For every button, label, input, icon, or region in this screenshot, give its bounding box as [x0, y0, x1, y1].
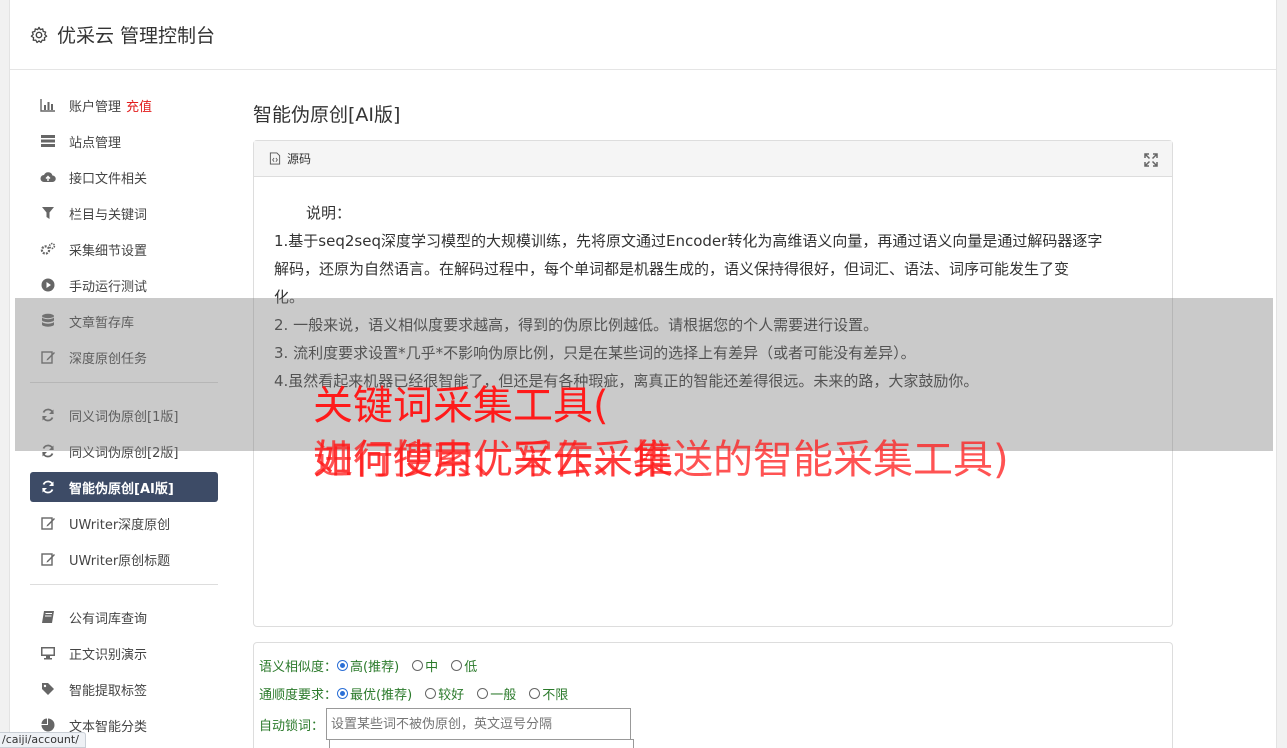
cloud-upload-icon	[40, 169, 56, 185]
radio-dot[interactable]	[412, 659, 424, 671]
instruction-line: 解码，还原为自然语言。在解码过程中，每个单词都是机器生成的，语义保持得很好，但词…	[274, 260, 1070, 278]
panel-header: 源码	[254, 141, 1172, 177]
radio-dot[interactable]	[337, 687, 349, 699]
gear-icon	[30, 26, 48, 43]
top-bar: 优采云 管理控制台	[10, 0, 1276, 70]
radio-label: 中	[425, 659, 439, 675]
fluency-any-radio[interactable]: 不限	[529, 684, 568, 703]
panel-header-label: 源码	[287, 152, 312, 166]
sidebar-item-label: 站点管理	[69, 135, 122, 151]
fluency-good-radio[interactable]: 较好	[425, 684, 464, 703]
similarity-row: 语义相似度： 高(推荐) 中 低	[259, 651, 1167, 679]
sidebar-item-label: 接口文件相关	[69, 171, 148, 187]
sidebar-item-uwriter-title[interactable]: UWriter原创标题	[30, 544, 218, 574]
radio-label: 低	[464, 659, 478, 675]
book-icon	[40, 609, 56, 625]
sidebar-item-label: 正文识别演示	[69, 647, 148, 663]
sidebar-item-manual-run[interactable]: 手动运行测试	[30, 270, 218, 300]
sidebar-item-label: UWriter深度原创	[69, 517, 171, 533]
sidebar-item-account[interactable]: 账户管理 充值	[30, 90, 218, 120]
pie-chart-icon	[40, 717, 56, 733]
server-icon	[40, 133, 56, 149]
fluency-row: 通顺度要求： 最优(推荐) 较好 一般 不限	[259, 679, 1167, 707]
radio-dot[interactable]	[529, 687, 541, 699]
cogs-icon	[40, 241, 56, 257]
sidebar-item-interface-files[interactable]: 接口文件相关	[30, 162, 218, 192]
radio-label: 一般	[490, 687, 517, 703]
refresh-icon	[40, 479, 56, 495]
sidebar-item-label: 公有词库查询	[69, 611, 148, 627]
sidebar-item-ai-rewrite[interactable]: 智能伪原创[AI版]	[30, 472, 218, 502]
sidebar-item-label: 采集细节设置	[69, 243, 148, 259]
sidebar-item-label: 智能伪原创[AI版]	[69, 481, 174, 497]
radio-dot[interactable]	[451, 659, 463, 671]
desktop-icon	[40, 645, 56, 661]
sidebar-item-text-recognition[interactable]: 正文识别演示	[30, 638, 218, 668]
sidebar-item-public-lexicon[interactable]: 公有词库查询	[30, 602, 218, 632]
radio-label: 最优(推荐)	[350, 687, 413, 703]
radio-label: 高(推荐)	[350, 659, 400, 675]
sidebar-item-tag-extraction[interactable]: 智能提取标签	[30, 674, 218, 704]
similarity-label: 语义相似度：	[259, 659, 338, 675]
sidebar-item-label: 栏目与关键词	[69, 207, 148, 223]
similarity-high-radio[interactable]: 高(推荐)	[337, 656, 399, 675]
fluency-best-radio[interactable]: 最优(推荐)	[337, 684, 412, 703]
instruction-line: 1.基于seq2seq深度学习模型的大规模训练，先将原文通过Encoder转化为…	[274, 232, 1103, 250]
edit-icon	[40, 551, 56, 567]
overlay-title-line2b: 进行搜索、写作、推送的智能采集工具)	[313, 437, 1009, 483]
tag-icon	[40, 681, 56, 697]
sidebar-item-uwriter-deep[interactable]: UWriter深度原创	[30, 508, 218, 538]
lock-words-row: 自动锁词：	[259, 707, 1167, 741]
play-circle-icon	[40, 277, 56, 293]
radio-dot[interactable]	[425, 687, 437, 699]
lock-words-input[interactable]	[326, 708, 632, 740]
radio-dot[interactable]	[477, 687, 489, 699]
recharge-link[interactable]: 充值	[126, 96, 152, 115]
radio-label: 不限	[542, 687, 569, 703]
secondary-input[interactable]	[329, 739, 634, 748]
sidebar-divider	[30, 584, 218, 585]
fluency-normal-radio[interactable]: 一般	[477, 684, 516, 703]
fluency-label: 通顺度要求：	[259, 687, 338, 703]
main-content: 智能伪原创[AI版] 源码 说明： 1.基于seq2seq深度学习模型的大规模训…	[253, 100, 1173, 748]
similarity-low-radio[interactable]: 低	[451, 656, 477, 675]
options-form: 语义相似度： 高(推荐) 中 低 通顺度要求： 最优(推荐) 较好 一般 不限 …	[253, 642, 1173, 748]
sidebar-item-label: 手动运行测试	[69, 279, 148, 295]
sidebar-item-columns-keywords[interactable]: 栏目与关键词	[30, 198, 218, 228]
sidebar-item-label: 账户管理	[69, 99, 122, 115]
sidebar-item-label: 智能提取标签	[69, 683, 148, 699]
similarity-medium-radio[interactable]: 中	[412, 656, 438, 675]
watermark-overlay	[15, 298, 1273, 451]
edit-icon	[40, 515, 56, 531]
sidebar-item-collect-settings[interactable]: 采集细节设置	[30, 234, 218, 264]
bar-chart-icon	[40, 97, 56, 113]
filter-icon	[40, 205, 56, 221]
radio-label: 较好	[438, 687, 465, 703]
lock-words-label: 自动锁词：	[259, 718, 325, 734]
app-title: 优采云 管理控制台	[57, 25, 216, 47]
fullscreen-icon[interactable]	[1144, 153, 1158, 167]
status-bar-url: /caiji/account/	[0, 732, 86, 748]
instruction-heading: 说明：	[306, 204, 352, 222]
radio-dot[interactable]	[337, 659, 349, 671]
sidebar-item-label: UWriter原创标题	[69, 553, 171, 569]
file-code-icon	[269, 152, 281, 165]
sidebar-item-sites[interactable]: 站点管理	[30, 126, 218, 156]
page-title: 智能伪原创[AI版]	[253, 104, 401, 126]
overlay-title-line1: 关键词采集工具(	[313, 383, 609, 429]
